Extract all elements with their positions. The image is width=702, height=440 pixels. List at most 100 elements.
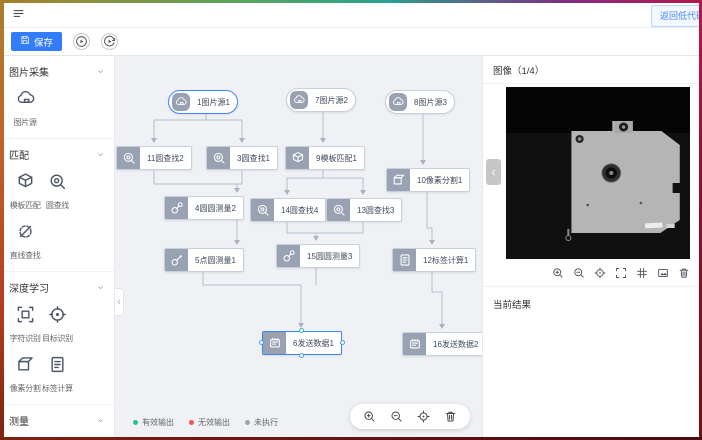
connection-handle-b[interactable] xyxy=(299,353,304,358)
status-legend: 有效输出 无效输出 未执行 xyxy=(133,417,278,428)
action-toolbar: 保存 xyxy=(0,28,702,56)
tool-item-cube[interactable]: 模板匹配 xyxy=(9,172,41,211)
legend-label: 未执行 xyxy=(254,417,278,428)
device-icon xyxy=(403,333,426,355)
chev-down-icon xyxy=(96,150,105,159)
flow-node[interactable]: 10像素分割1 xyxy=(386,168,470,192)
connection-handle-t[interactable] xyxy=(299,328,304,333)
chev-left-icon xyxy=(488,167,499,178)
section-items: 图片源 xyxy=(9,89,105,128)
flow-node[interactable]: 14圆查找4 xyxy=(250,198,326,222)
connection-handle-l[interactable] xyxy=(259,340,264,345)
legend-item: 无效输出 xyxy=(189,417,230,428)
cloud-icon xyxy=(392,96,404,108)
segment-icon xyxy=(392,173,406,187)
tool-item-circle-find[interactable]: 圆查找 xyxy=(41,172,73,211)
zoom-in-icon xyxy=(363,410,376,423)
legend-label: 无效输出 xyxy=(198,417,230,428)
prev-image-button[interactable] xyxy=(486,159,501,185)
fit-button[interactable] xyxy=(657,267,669,279)
legend-item: 有效输出 xyxy=(133,417,174,428)
flow-node[interactable]: 15圆圆测量3 xyxy=(276,244,360,268)
zoom-in-button[interactable] xyxy=(363,410,376,423)
chevron-down-icon[interactable] xyxy=(96,150,105,159)
doc-icon xyxy=(398,253,412,267)
zoom-in-icon xyxy=(552,267,564,279)
doc-icon xyxy=(48,355,67,374)
chev-down-icon xyxy=(96,416,105,425)
crosshair-icon xyxy=(417,410,430,423)
tool-item-cloud[interactable]: 图片源 xyxy=(9,89,41,128)
circle-find-icon xyxy=(332,203,346,217)
flow-node[interactable]: 9模板匹配1 xyxy=(285,146,365,170)
flow-node[interactable]: 8图片源3 xyxy=(385,90,455,114)
grid-button[interactable] xyxy=(636,267,648,279)
flow-node[interactable]: 13圆查找3 xyxy=(326,198,402,222)
flow-node[interactable]: 16发送数据2 xyxy=(402,332,482,356)
flow-canvas[interactable]: 有效输出 无效输出 未执行 1图片源1 7图片源2 8图片源3 11圆查找2 3圆查找1 9模… xyxy=(115,56,482,440)
trash-button[interactable] xyxy=(444,410,457,423)
chevron-down-icon[interactable] xyxy=(96,416,105,425)
fit-icon xyxy=(657,267,669,279)
flow-node[interactable]: 12标签计算1 xyxy=(392,248,476,272)
zoom-in-button[interactable] xyxy=(552,267,564,279)
circle-find-icon xyxy=(48,172,67,191)
tool-item-label: 像素分割 xyxy=(10,383,41,394)
chevron-down-icon[interactable] xyxy=(96,67,105,76)
result-body xyxy=(483,321,702,440)
main-area: 图片采集图片源匹配模板匹配圆查找直线查找深度学习字符识别目标识别像素分割标签计算… xyxy=(0,56,702,440)
save-button[interactable]: 保存 xyxy=(11,32,62,51)
tool-item-line-find[interactable]: 直线查找 xyxy=(9,222,41,261)
chevron-down-icon[interactable] xyxy=(96,283,105,292)
play-icon xyxy=(75,35,88,48)
circle-find-icon xyxy=(122,151,136,165)
cloud-icon xyxy=(172,93,190,111)
device-icon xyxy=(263,332,286,354)
preview-title: 图像（1/4） xyxy=(483,56,702,84)
trash-button[interactable] xyxy=(678,267,690,279)
cube-icon xyxy=(16,172,35,191)
connection-handle-r[interactable] xyxy=(340,340,345,345)
tool-item-label: 直线查找 xyxy=(10,250,41,261)
cloud-icon xyxy=(389,93,407,111)
section-title: 图片采集 xyxy=(9,64,105,78)
section-items: 字符识别目标识别像素分割标签计算 xyxy=(9,305,105,394)
zoom-out-button[interactable] xyxy=(573,267,585,279)
flow-node[interactable]: 5点圆测量1 xyxy=(164,248,244,272)
flow-node-label: 9模板匹配1 xyxy=(309,153,364,164)
segment-icon xyxy=(387,169,410,191)
cloud-icon xyxy=(175,96,187,108)
flow-node[interactable]: 3圆查找1 xyxy=(206,146,278,170)
crosshair-button[interactable] xyxy=(594,267,606,279)
flow-node[interactable]: 4圆圆测量2 xyxy=(164,196,244,220)
zoom-out-button[interactable] xyxy=(390,410,403,423)
save-button-label: 保存 xyxy=(34,35,53,49)
run-button[interactable] xyxy=(73,33,90,50)
menu-icon[interactable] xyxy=(12,7,25,20)
menu-icon xyxy=(12,7,25,20)
device-icon xyxy=(268,336,282,350)
tool-item-doc[interactable]: 标签计算 xyxy=(41,355,73,394)
flow-node[interactable]: 11圆查找2 xyxy=(116,146,192,170)
measure-cc-icon xyxy=(170,201,184,215)
flow-node[interactable]: 6发送数据1 xyxy=(262,331,342,355)
legend-item: 未执行 xyxy=(245,417,278,428)
sidebar-section-2: 深度学习字符识别目标识别像素分割标签计算 xyxy=(0,272,114,405)
ocr-icon xyxy=(16,305,35,329)
section-title: 深度学习 xyxy=(9,280,105,294)
flow-node[interactable]: 1图片源1 xyxy=(168,90,238,114)
sidebar-collapse-handle[interactable] xyxy=(115,288,124,316)
save-icon xyxy=(20,35,30,48)
crosshair-button[interactable] xyxy=(417,410,430,423)
run-continuous-button[interactable] xyxy=(101,33,118,50)
flow-node[interactable]: 7图片源2 xyxy=(286,88,356,112)
fullscreen-button[interactable] xyxy=(615,267,627,279)
legend-label: 有效输出 xyxy=(142,417,174,428)
tool-item-segment[interactable]: 像素分割 xyxy=(9,355,41,394)
preview-image[interactable] xyxy=(506,87,690,259)
tool-item-label: 目标识别 xyxy=(42,333,73,344)
tool-item-label: 圆查找 xyxy=(46,200,69,211)
tool-item-ocr[interactable]: 字符识别 xyxy=(9,305,41,344)
tool-item-target[interactable]: 目标识别 xyxy=(41,305,73,344)
back-to-lowcode-button[interactable]: 返回低代码 xyxy=(651,5,702,27)
